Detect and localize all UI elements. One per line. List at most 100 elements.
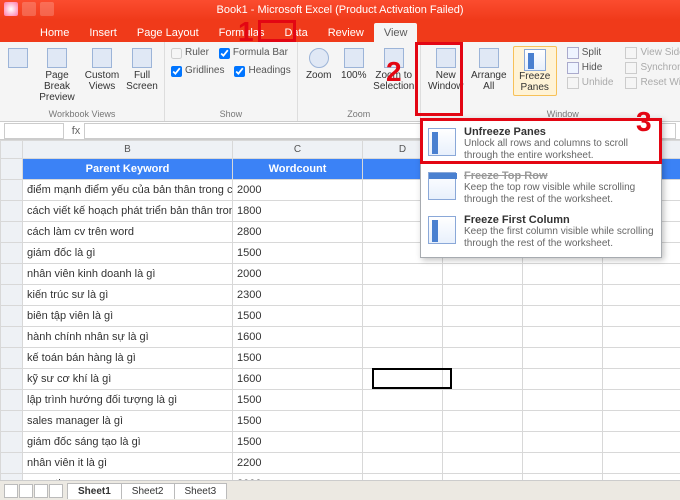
cell-wordcount[interactable]: 2800	[233, 222, 363, 243]
cell-keyword[interactable]: cách viết kế hoạch phát triển bản thân t…	[23, 201, 233, 222]
row-header[interactable]	[1, 285, 23, 306]
cell-keyword[interactable]: kỹ sư cơ khí là gì	[23, 369, 233, 390]
view-side-by-side-button: View Side by Side	[625, 46, 680, 60]
tab-view[interactable]: View	[374, 23, 418, 42]
row-header[interactable]	[1, 411, 23, 432]
cell-keyword[interactable]: sales manager là gì	[23, 411, 233, 432]
cell-wordcount[interactable]: 1500	[233, 306, 363, 327]
tab-review[interactable]: Review	[318, 23, 374, 42]
unhide-button: Unhide	[567, 76, 614, 90]
row-header[interactable]	[1, 159, 23, 180]
group-workbook-views: Page Break Preview Custom Views Full Scr…	[0, 42, 165, 121]
cell-keyword[interactable]: nhân viên kinh doanh là gì	[23, 264, 233, 285]
cell-wordcount[interactable]: 1500	[233, 432, 363, 453]
tab-page-layout[interactable]: Page Layout	[127, 23, 209, 42]
sheet-tab-1[interactable]: Sheet1	[67, 483, 122, 499]
custom-views-label: Custom Views	[84, 70, 120, 92]
tab-insert[interactable]: Insert	[79, 23, 127, 42]
name-box[interactable]	[4, 123, 64, 139]
cell-wordcount[interactable]: 1500	[233, 390, 363, 411]
row-header[interactable]	[1, 306, 23, 327]
cell-wordcount[interactable]: 1500	[233, 243, 363, 264]
row-header[interactable]	[1, 222, 23, 243]
row-header[interactable]	[1, 264, 23, 285]
custom-views-icon	[92, 48, 112, 68]
cell-wordcount[interactable]: 2200	[233, 453, 363, 474]
cell-wordcount[interactable]: 2000	[233, 180, 363, 201]
row-header[interactable]	[1, 327, 23, 348]
sheet-nav[interactable]	[0, 484, 68, 498]
sheet-tab-3[interactable]: Sheet3	[174, 483, 228, 499]
hide-button[interactable]: Hide	[567, 61, 614, 75]
row-header[interactable]	[1, 432, 23, 453]
split-icon	[567, 47, 579, 59]
zoom-button[interactable]: Zoom	[304, 46, 334, 83]
tab-data[interactable]: Data	[274, 23, 317, 42]
table-row: kỹ sư cơ khí là gì1600	[1, 369, 680, 390]
save-icon[interactable]	[4, 2, 18, 16]
cell-keyword[interactable]: kế toán bán hàng là gì	[23, 348, 233, 369]
cell-wordcount[interactable]: 2300	[233, 285, 363, 306]
freeze-panes-button[interactable]: Freeze Panes	[513, 46, 557, 96]
cell-wordcount[interactable]: 2000	[233, 264, 363, 285]
quick-access-toolbar	[4, 2, 54, 16]
cell-keyword[interactable]: giám đốc là gì	[23, 243, 233, 264]
cell-wordcount[interactable]: 1800	[233, 201, 363, 222]
custom-views-button[interactable]: Custom Views	[84, 46, 120, 94]
row-header[interactable]	[1, 180, 23, 201]
cell-keyword[interactable]: hành chính nhân sự là gì	[23, 327, 233, 348]
redo-icon[interactable]	[40, 2, 54, 16]
cell-keyword[interactable]: cách làm cv trên word	[23, 222, 233, 243]
sync-scroll-button: Synchronous Scrolling	[625, 61, 680, 75]
row-header[interactable]	[1, 453, 23, 474]
gridlines-checkbox[interactable]: Gridlines	[171, 64, 224, 78]
freeze-first-column-item[interactable]: Freeze First ColumnKeep the first column…	[424, 210, 658, 254]
new-window-icon	[436, 48, 456, 68]
select-all-corner[interactable]	[1, 141, 23, 159]
freeze-top-row-item[interactable]: Freeze Top RowKeep the top row visible w…	[424, 166, 658, 210]
col-header-b[interactable]: B	[23, 141, 233, 159]
cell-wordcount[interactable]: 1500	[233, 411, 363, 432]
arrange-all-button[interactable]: Arrange All	[471, 46, 507, 94]
fx-icon[interactable]: fx	[68, 125, 84, 137]
page-break-label: Page Break Preview	[36, 70, 78, 103]
unfreeze-panes-item[interactable]: Unfreeze PanesUnlock all rows and column…	[424, 122, 658, 166]
full-screen-button[interactable]: Full Screen	[126, 46, 158, 94]
cell-wordcount[interactable]: 1600	[233, 369, 363, 390]
cell-keyword[interactable]: lập trình hướng đối tượng là gì	[23, 390, 233, 411]
row-header[interactable]	[1, 201, 23, 222]
row-header[interactable]	[1, 369, 23, 390]
undo-icon[interactable]	[22, 2, 36, 16]
hide-icon	[567, 62, 579, 74]
cell-wordcount[interactable]: 1600	[233, 327, 363, 348]
tab-home[interactable]: Home	[30, 23, 79, 42]
col-header-c[interactable]: C	[233, 141, 363, 159]
header-parent-keyword: Parent Keyword	[23, 159, 233, 180]
normal-view-button[interactable]	[6, 46, 30, 70]
formula-bar-checkbox[interactable]: Formula Bar	[219, 46, 288, 60]
page-break-button[interactable]: Page Break Preview	[36, 46, 78, 105]
new-window-button[interactable]: New Window	[427, 46, 465, 94]
cell-keyword[interactable]: nhân viên it là gì	[23, 453, 233, 474]
zoom-group-label: Zoom	[304, 107, 414, 119]
ruler-checkbox[interactable]: Ruler	[171, 46, 209, 60]
row-header[interactable]	[1, 243, 23, 264]
cell-wordcount[interactable]: 1500	[233, 348, 363, 369]
group-zoom: Zoom 100% Zoom to Selection Zoom	[298, 42, 421, 121]
table-row: giám đốc sáng tạo là gì1500	[1, 432, 680, 453]
split-button[interactable]: Split	[567, 46, 614, 60]
row-header[interactable]	[1, 390, 23, 411]
sheet-tab-2[interactable]: Sheet2	[121, 483, 175, 499]
new-window-label: New Window	[427, 70, 465, 92]
zoom-100-button[interactable]: 100%	[340, 46, 368, 83]
headings-checkbox[interactable]: Headings	[234, 64, 290, 78]
cell-keyword[interactable]: giám đốc sáng tạo là gì	[23, 432, 233, 453]
freeze-top-row-desc: Keep the top row visible while scrolling…	[464, 182, 654, 206]
row-header[interactable]	[1, 348, 23, 369]
cell-keyword[interactable]: kiến trúc sư là gì	[23, 285, 233, 306]
cell-keyword[interactable]: điểm mạnh điểm yếu của bản thân trong cv	[23, 180, 233, 201]
table-row: kiến trúc sư là gì2300	[1, 285, 680, 306]
cell-keyword[interactable]: biên tập viên là gì	[23, 306, 233, 327]
table-row: biên tập viên là gì1500	[1, 306, 680, 327]
sheet-tabs-bar: Sheet1 Sheet2 Sheet3	[0, 480, 680, 500]
